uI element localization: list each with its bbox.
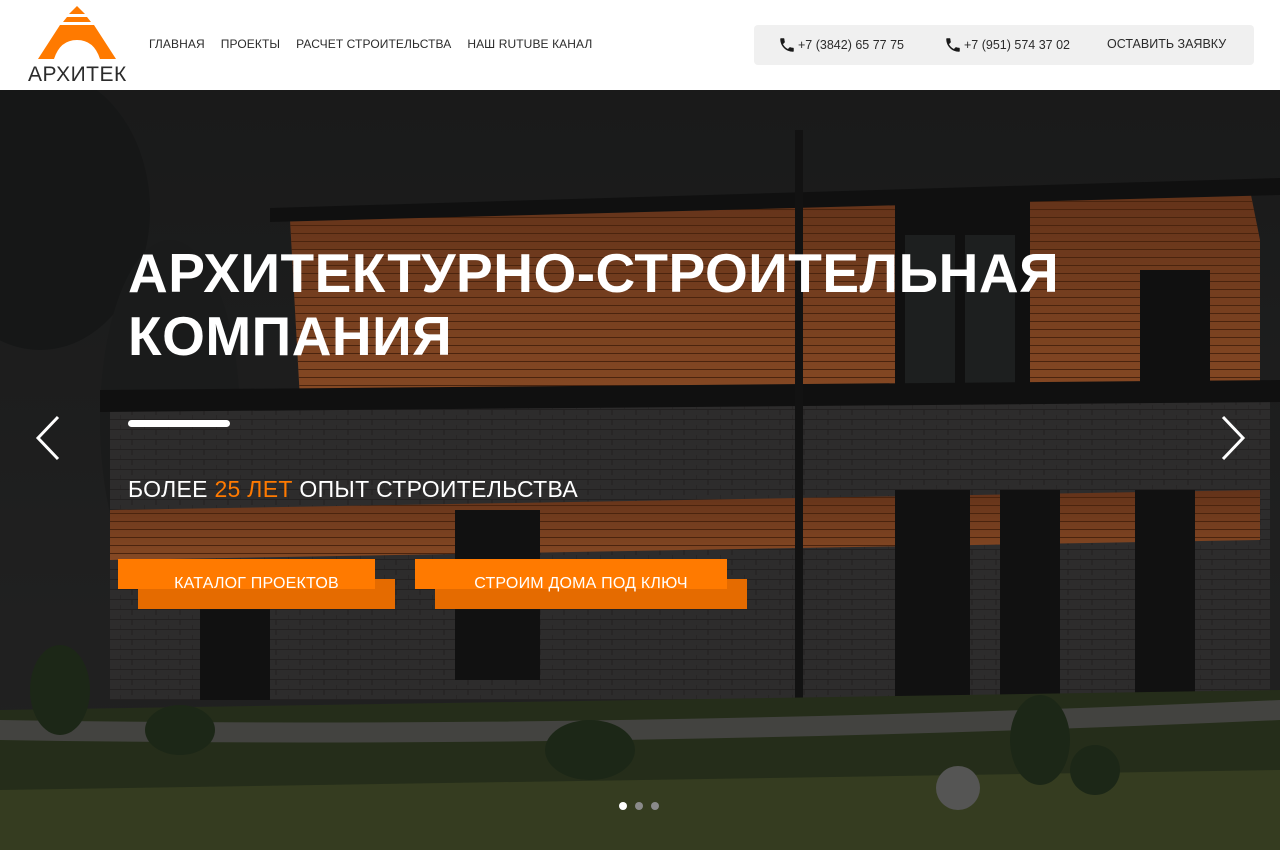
phone-link-1[interactable]: +7 (3842) 65 77 75 <box>778 36 904 54</box>
main-nav: ГЛАВНАЯ ПРОЕКТЫ РАСЧЕТ СТРОИТЕЛЬСТВА НАШ… <box>149 37 592 51</box>
hero-overlay <box>0 90 1280 850</box>
logo[interactable]: АРХИТЕК <box>28 6 126 86</box>
hero-subtitle-suffix: ОПЫТ СТРОИТЕЛЬСТВА <box>292 476 579 502</box>
hero-subtitle: БОЛЕЕ 25 ЛЕТ ОПЫТ СТРОИТЕЛЬСТВА <box>128 476 578 503</box>
phone-number-2: +7 (951) 574 37 02 <box>964 38 1070 52</box>
nav-item-home[interactable]: ГЛАВНАЯ <box>149 37 205 51</box>
site-header: АРХИТЕК ГЛАВНАЯ ПРОЕКТЫ РАСЧЕТ СТРОИТЕЛЬ… <box>0 0 1280 90</box>
request-button[interactable]: ОСТАВИТЬ ЗАЯВКУ <box>1107 37 1226 51</box>
turnkey-button-label: СТРОИМ ДОМА ПОД КЛЮЧ <box>474 575 688 592</box>
nav-item-calculation[interactable]: РАСЧЕТ СТРОИТЕЛЬСТВА <box>296 37 451 51</box>
hero-title-line-2: КОМПАНИЯ <box>128 305 453 367</box>
phone-number-1: +7 (3842) 65 77 75 <box>798 38 904 52</box>
slider-dots <box>619 802 659 810</box>
hero-title: АРХИТЕКТУРНО-СТРОИТЕЛЬНАЯ КОМПАНИЯ <box>128 242 1128 368</box>
nav-item-projects[interactable]: ПРОЕКТЫ <box>221 37 280 51</box>
phone-icon <box>946 38 960 52</box>
chevron-right-icon <box>1221 415 1246 461</box>
slider-dot-1[interactable] <box>619 802 627 810</box>
nav-item-rutube[interactable]: НАШ RUTUBE КАНАЛ <box>467 37 592 51</box>
hero-slider: АРХИТЕКТУРНО-СТРОИТЕЛЬНАЯ КОМПАНИЯ БОЛЕЕ… <box>0 90 1280 850</box>
logo-triangle-icon <box>38 6 116 59</box>
prev-slide-button[interactable] <box>34 414 64 462</box>
slider-dot-2[interactable] <box>635 802 643 810</box>
hero-divider <box>128 420 230 427</box>
phone-link-2[interactable]: +7 (951) 574 37 02 <box>944 36 1070 54</box>
slider-dot-3[interactable] <box>651 802 659 810</box>
hero-subtitle-accent: 25 ЛЕТ <box>214 476 293 502</box>
logo-text: АРХИТЕК <box>28 63 127 86</box>
catalog-button-label: КАТАЛОГ ПРОЕКТОВ <box>174 575 339 592</box>
contact-box: +7 (3842) 65 77 75 +7 (951) 574 37 02 ОС… <box>754 25 1254 65</box>
hero-subtitle-prefix: БОЛЕЕ <box>128 476 215 502</box>
turnkey-button[interactable]: СТРОИМ ДОМА ПОД КЛЮЧ <box>415 559 747 609</box>
next-slide-button[interactable] <box>1217 414 1247 462</box>
chevron-left-icon <box>35 415 60 461</box>
phone-icon <box>780 38 794 52</box>
hero-title-line-1: АРХИТЕКТУРНО-СТРОИТЕЛЬНАЯ <box>128 242 1060 304</box>
catalog-button[interactable]: КАТАЛОГ ПРОЕКТОВ <box>118 559 395 609</box>
